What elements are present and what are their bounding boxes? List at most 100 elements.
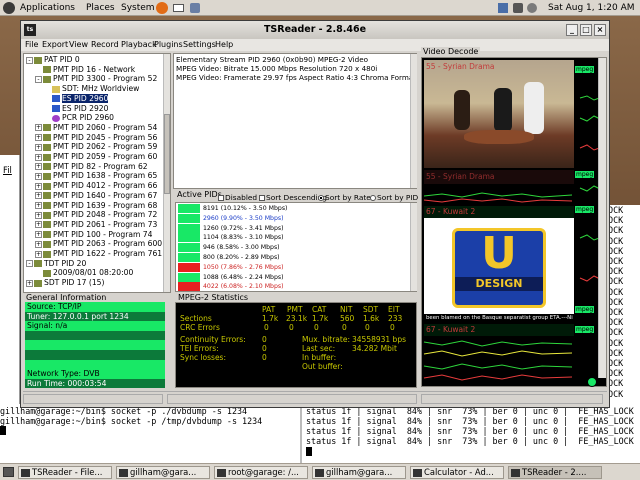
tree-item[interactable]: + PMT PID 2048 - Program 72: [35, 210, 157, 220]
pid-tree[interactable]: - PAT PID 0 PMT PID 16 - Network - PMT PID 3…: [23, 53, 171, 293]
menu-file[interactable]: File: [25, 40, 38, 50]
terminal-cursor: [0, 426, 6, 435]
menu-plugins[interactable]: Plugins: [154, 40, 183, 50]
tree-item[interactable]: + PMT PID 2060 - Program 54: [35, 123, 157, 133]
taskbar-button[interactable]: root@garage: /...: [214, 466, 308, 479]
network-icon[interactable]: [498, 3, 508, 13]
tree-item[interactable]: ES PID 2920: [44, 104, 108, 114]
menu-settings[interactable]: Settings: [183, 40, 216, 50]
mail-icon[interactable]: [173, 4, 184, 12]
es-scrollbar[interactable]: [410, 54, 417, 188]
last-sec-value: 34.282 Mbit: [352, 344, 397, 353]
scrollbar-thumb[interactable]: [164, 114, 170, 194]
expand-icon[interactable]: +: [26, 279, 33, 287]
menu-system[interactable]: System: [121, 2, 155, 14]
tree-item[interactable]: - TDT PID 20: [26, 259, 86, 269]
menu-applications[interactable]: Applications: [20, 2, 75, 14]
tree-item[interactable]: + PMT PID 82 - Program 62: [35, 162, 148, 172]
taskbar-button[interactable]: TSReader - File...: [18, 466, 112, 479]
taskbar-button[interactable]: gillham@gara...: [116, 466, 210, 479]
terminal-menu-file[interactable]: Fil: [3, 165, 12, 175]
info-row: [25, 340, 165, 350]
expand-icon[interactable]: +: [35, 153, 42, 161]
window-icon: [511, 469, 520, 477]
es-info-pane[interactable]: Elementary Stream PID 2960 (0x0b90) MPEG…: [173, 53, 417, 189]
video-scrollbar[interactable]: [598, 58, 606, 378]
pid-rate-text: 8191 (10.12% - 3.50 Mbps): [203, 205, 288, 212]
sort-by-pid-radio[interactable]: Sort by PID: [369, 193, 418, 202]
pid-row[interactable]: 4022 (6.08% - 2.10 Mbps): [178, 282, 284, 291]
tree-item[interactable]: + PMT PID 1639 - Program 68: [35, 201, 157, 211]
expand-icon[interactable]: +: [35, 221, 42, 229]
taskbar-button[interactable]: gillham@gara...: [312, 466, 406, 479]
menu-help[interactable]: Help: [215, 40, 233, 50]
tree-item[interactable]: ES PID 2960: [44, 93, 109, 104]
tree-item[interactable]: + PMT PID 2059 - Program 60: [35, 152, 157, 162]
tree-item[interactable]: + PMT PID 2061 - Program 73: [35, 220, 157, 230]
terminal-window[interactable]: gillham@garage:~/bin$ socket -p ./dvbdum…: [0, 404, 640, 464]
speaker-icon[interactable]: [527, 3, 537, 13]
background-terminal-left[interactable]: Fil: [0, 155, 20, 405]
volume-icon[interactable]: [513, 3, 523, 13]
expand-icon[interactable]: +: [35, 231, 42, 239]
pane-divider[interactable]: [300, 404, 302, 464]
tree-item[interactable]: 2009/08/01 08:20:00: [35, 268, 133, 278]
info-row: [25, 330, 165, 341]
tree-item[interactable]: + PMT PID 1638 - Program 65: [35, 171, 157, 181]
menu-places[interactable]: Places: [86, 2, 115, 14]
firefox-icon[interactable]: [156, 2, 168, 14]
expand-icon[interactable]: +: [35, 124, 42, 132]
tree-item[interactable]: + PMT PID 100 - Program 74: [35, 230, 152, 240]
tree-item[interactable]: + SDT PID 17 (15): [26, 278, 104, 288]
tree-item[interactable]: PCR PID 2960: [44, 113, 114, 123]
title-bar[interactable]: ts TSReader - 2.8.46e _ □ ×: [21, 21, 609, 39]
sort-by-rate-radio[interactable]: Sort by Rate: [317, 193, 371, 202]
tree-item[interactable]: + PMT PID 2062 - Program 59: [35, 142, 157, 152]
tree-item-label: PMT PID 2061 - Program 73: [53, 219, 158, 229]
menu-view[interactable]: View: [69, 40, 88, 50]
tree-item[interactable]: + PMT PID 4012 - Program 66: [35, 181, 157, 191]
tsreader-window[interactable]: ts TSReader - 2.8.46e _ □ × File Export …: [20, 20, 610, 408]
menu-record[interactable]: Record: [91, 40, 119, 50]
disabled-checkbox[interactable]: Disabled: [217, 193, 257, 202]
tree-item[interactable]: + PMT PID 1622 - Program 761: [35, 249, 162, 259]
active-pids-list[interactable]: 8191 (10.12% - 3.50 Mbps) 2960 (9.90% - 3…: [175, 202, 417, 292]
pids-scrollbar[interactable]: [410, 203, 417, 291]
maximize-button[interactable]: □: [580, 24, 592, 36]
close-button[interactable]: ×: [594, 24, 606, 36]
expand-icon[interactable]: +: [35, 172, 42, 180]
expand-icon[interactable]: +: [35, 211, 42, 219]
expand-icon[interactable]: +: [35, 202, 42, 209]
tree-item[interactable]: + PMT PID 2063 - Program 600: [35, 239, 162, 249]
tree-item[interactable]: + PMT PID 2045 - Program 56: [35, 133, 157, 143]
gnome-foot-icon[interactable]: [3, 2, 15, 14]
expand-icon[interactable]: +: [35, 163, 42, 171]
collapse-icon[interactable]: -: [26, 56, 33, 64]
tree-item-label: ES PID 2920: [62, 103, 109, 113]
collapse-icon[interactable]: -: [35, 75, 42, 83]
tree-item[interactable]: - PAT PID 0: [26, 55, 80, 65]
taskbar-button[interactable]: TSReader - 2....: [508, 466, 602, 479]
expand-icon[interactable]: +: [35, 134, 42, 142]
show-desktop-icon[interactable]: [3, 467, 14, 477]
collapse-icon[interactable]: -: [26, 260, 33, 268]
taskbar-button[interactable]: Calculator - Ad...: [410, 466, 504, 479]
expand-icon[interactable]: +: [35, 182, 42, 190]
video-decode-panel[interactable]: 55 - Syrian Drama mpeg 55 - Syrian Drama…: [421, 57, 607, 387]
expand-icon[interactable]: +: [35, 250, 42, 258]
menu-playback[interactable]: Playback: [121, 40, 157, 50]
pmt-icon: [43, 182, 51, 190]
tree-item[interactable]: + PMT PID 1640 - Program 67: [35, 191, 157, 201]
menu-export[interactable]: Export: [42, 40, 68, 50]
expand-icon[interactable]: +: [35, 143, 42, 151]
tree-item[interactable]: SDT: MHz Worldview: [44, 84, 139, 94]
clock[interactable]: Sat Aug 1, 1:20 AM: [548, 2, 635, 14]
expand-icon[interactable]: +: [35, 240, 42, 248]
expand-icon[interactable]: +: [35, 192, 42, 200]
help-icon[interactable]: [190, 3, 200, 13]
tree-scrollbar[interactable]: [163, 54, 170, 292]
app-icon[interactable]: ts: [24, 24, 36, 36]
tree-item[interactable]: - PMT PID 3300 - Program 52: [35, 74, 157, 84]
minimize-button[interactable]: _: [566, 24, 578, 36]
tree-item[interactable]: PMT PID 16 - Network: [35, 65, 135, 75]
